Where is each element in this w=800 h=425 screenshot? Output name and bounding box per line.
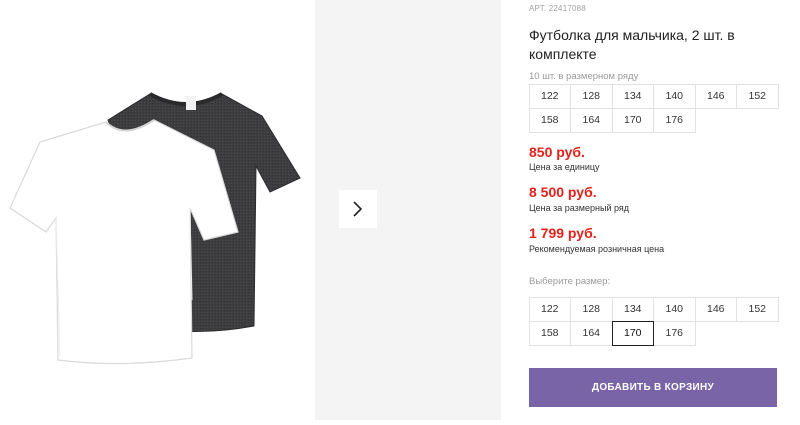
size-option[interactable]: 122 [528,296,571,322]
size-range-item: 176 [653,107,696,133]
add-to-cart-button[interactable]: ДОБАВИТЬ В КОРЗИНУ [529,368,777,407]
retail-price-note: Рекомендуемая розничная цена [529,244,665,254]
product-image [0,0,315,420]
gallery-next-panel [315,0,501,420]
size-option[interactable]: 176 [653,320,696,346]
size-option[interactable]: 146 [694,296,737,322]
size-option[interactable]: 164 [570,320,613,346]
product-title: Футболка для мальчика, 2 шт. в комплекте [529,27,735,62]
chevron-right-icon [353,201,363,217]
range-price: 8 500 руб. [529,184,597,200]
size-range-item: 122 [528,83,571,109]
size-range-item: 170 [611,107,654,133]
size-range-item: 158 [528,107,571,133]
size-option[interactable]: 158 [528,320,571,346]
size-option[interactable]: 128 [570,296,613,322]
size-option[interactable]: 134 [611,296,654,322]
size-range-item: 164 [570,107,613,133]
select-size-label: Выберите размер: [529,276,611,287]
size-range-item: 128 [570,83,613,109]
size-range-label: 10 шт. в размерном ряду [529,71,639,82]
size-range-grid: 122 128 134 140 146 152 158 164 170 176 [528,83,779,133]
size-range-item: 152 [736,83,779,109]
size-option[interactable]: 170 [611,320,654,346]
tshirts-illustration [9,92,301,365]
size-range-item: 146 [694,83,737,109]
size-range-item: 140 [653,83,696,109]
unit-price-note: Цена за единицу [529,162,600,172]
unit-price: 850 руб. [529,144,585,160]
size-option[interactable]: 140 [653,296,696,322]
range-price-note: Цена за размерный ряд [529,203,630,213]
size-range-item: 134 [611,83,654,109]
size-option[interactable]: 152 [736,296,779,322]
retail-price: 1 799 руб. [529,225,597,241]
gallery-next-button[interactable] [339,190,377,228]
article-number: АРТ. 22417088 [529,4,586,13]
size-select-grid: 122 128 134 140 146 152 158 164 170 176 [528,296,779,346]
